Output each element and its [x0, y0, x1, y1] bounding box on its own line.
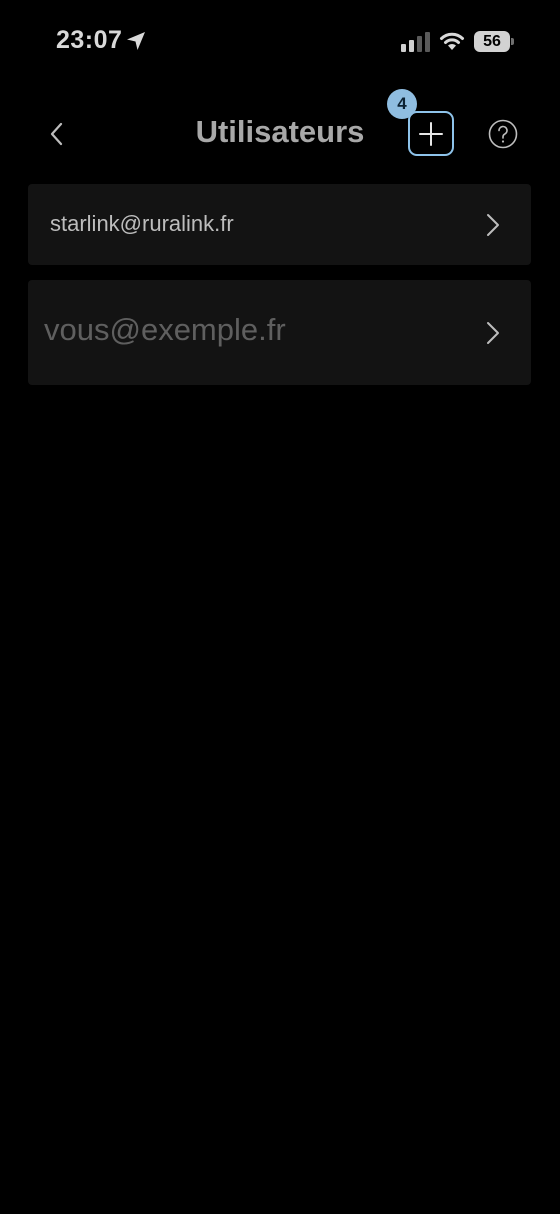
user-email: starlink@ruralink.fr: [50, 211, 234, 236]
user-row-new[interactable]: [28, 280, 531, 385]
step-badge: 4: [387, 89, 417, 119]
plus-icon: [419, 122, 443, 146]
battery-level: 56: [483, 33, 501, 50]
add-user-button[interactable]: [408, 111, 454, 156]
battery-cap: [511, 38, 514, 45]
cellular-signal-icon: [401, 32, 430, 52]
new-user-email-input[interactable]: [44, 312, 464, 348]
user-row-existing[interactable]: starlink@ruralink.fr: [28, 184, 531, 265]
back-button[interactable]: [40, 116, 74, 152]
back-chevron-icon: [50, 122, 63, 146]
location-arrow-icon: [127, 32, 145, 50]
chevron-right-icon: [487, 322, 499, 344]
wifi-icon: [440, 32, 464, 50]
status-time: 23:07: [56, 26, 123, 54]
status-bar: 23:07 56: [0, 0, 560, 84]
chevron-right-icon: [487, 214, 499, 236]
help-circle-icon: [488, 119, 518, 149]
users-screen: 23:07 56 Utilisateurs 4 starlink@ruralin…: [0, 0, 560, 1214]
page-title: Utilisateurs: [195, 114, 365, 149]
battery-icon: 56: [474, 31, 514, 52]
help-button[interactable]: [488, 119, 518, 149]
